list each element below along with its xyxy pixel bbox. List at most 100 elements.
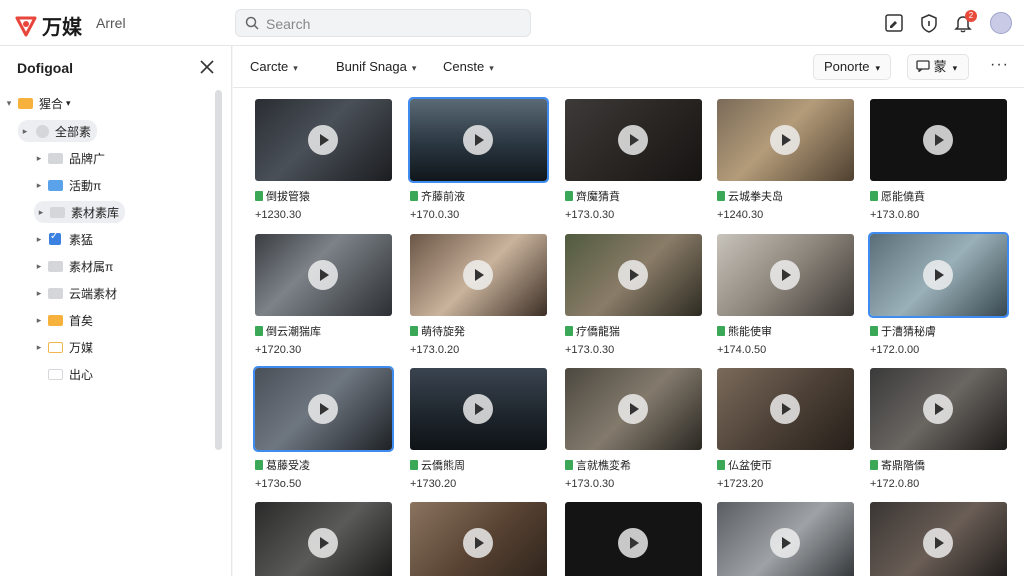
- tree-item[interactable]: ▸ 素材属π: [34, 255, 114, 277]
- play-icon[interactable]: [923, 394, 953, 424]
- expand-arrow-icon[interactable]: ▸: [34, 342, 44, 353]
- filter-dropdown[interactable]: Carcte ▾: [250, 59, 298, 74]
- video-thumbnail[interactable]: [565, 234, 702, 316]
- video-card[interactable]: 愿能僥賁 +173.0.80: [870, 99, 1007, 221]
- play-icon[interactable]: [618, 394, 648, 424]
- video-thumbnail[interactable]: [868, 232, 1009, 318]
- video-card[interactable]: 言就樵変希 +173.0.30: [565, 368, 702, 490]
- video-meta: +1723.20: [717, 478, 764, 490]
- video-thumbnail[interactable]: [870, 368, 1007, 450]
- tree-item[interactable]: ▸ 素材素库: [34, 201, 126, 223]
- play-icon[interactable]: [770, 528, 800, 558]
- expand-arrow-icon[interactable]: ▸: [34, 315, 44, 326]
- view-label: 蒙: [933, 59, 947, 74]
- video-card[interactable]: 仏盆使帀 +1723.20: [717, 368, 854, 490]
- video-card[interactable]: [717, 502, 854, 576]
- info-icon[interactable]: [918, 12, 940, 34]
- expand-arrow-icon[interactable]: ▸: [34, 180, 44, 191]
- tree-item[interactable]: ▸ 素猛: [34, 228, 93, 250]
- tree-item[interactable]: ▸ 万媒: [34, 336, 93, 358]
- edit-icon[interactable]: [883, 12, 905, 34]
- video-thumbnail[interactable]: [565, 99, 702, 181]
- tree-item[interactable]: ▸ 活動π: [34, 174, 102, 196]
- video-thumbnail[interactable]: [717, 99, 854, 181]
- sort-button[interactable]: Ponorte ▾: [813, 54, 892, 80]
- play-icon[interactable]: [308, 125, 338, 155]
- video-thumbnail[interactable]: [410, 502, 547, 576]
- play-icon[interactable]: [463, 528, 493, 558]
- tree-item[interactable]: ▸ 首矣: [34, 309, 93, 331]
- play-icon[interactable]: [923, 260, 953, 290]
- play-icon[interactable]: [770, 125, 800, 155]
- video-card[interactable]: 齐藤前液 +170.0.30: [408, 97, 549, 221]
- video-thumbnail[interactable]: [565, 368, 702, 450]
- video-card[interactable]: 倒拔管猿 +1230.30: [255, 99, 392, 221]
- video-thumbnail[interactable]: [408, 97, 549, 183]
- video-thumbnail[interactable]: [870, 99, 1007, 181]
- play-icon[interactable]: [923, 125, 953, 155]
- app-logo[interactable]: 万媒: [14, 11, 82, 40]
- sidebar-scrollbar[interactable]: [215, 90, 222, 450]
- tree-item[interactable]: 出心: [34, 363, 93, 385]
- video-thumbnail[interactable]: [717, 502, 854, 576]
- video-card[interactable]: 熊能使审 +174.0.50: [717, 234, 854, 356]
- expand-arrow-icon[interactable]: ▸: [34, 153, 44, 164]
- avatar[interactable]: [990, 12, 1012, 34]
- video-thumbnail[interactable]: [717, 234, 854, 316]
- video-card[interactable]: [410, 502, 547, 576]
- play-icon[interactable]: [308, 528, 338, 558]
- video-card[interactable]: 萌待旋発 +173.0.20: [410, 234, 547, 356]
- filter-dropdown[interactable]: Censte ▾: [443, 59, 494, 74]
- play-icon[interactable]: [308, 394, 338, 424]
- play-icon[interactable]: [770, 394, 800, 424]
- play-icon[interactable]: [618, 528, 648, 558]
- play-icon[interactable]: [463, 394, 493, 424]
- video-card[interactable]: [255, 502, 392, 576]
- play-icon[interactable]: [308, 260, 338, 290]
- checkbox[interactable]: [49, 231, 61, 245]
- video-thumbnail[interactable]: [255, 234, 392, 316]
- play-icon[interactable]: [770, 260, 800, 290]
- expand-arrow-icon[interactable]: ▸: [34, 288, 44, 299]
- play-icon[interactable]: [463, 260, 493, 290]
- search-box[interactable]: [235, 9, 531, 37]
- collapse-arrow-icon[interactable]: ▾: [4, 98, 14, 109]
- video-card[interactable]: [870, 502, 1007, 576]
- chevron-down-icon[interactable]: ▾: [66, 98, 71, 109]
- expand-arrow-icon[interactable]: ▸: [34, 261, 44, 272]
- tree-item-root[interactable]: ▾ 猩合 ▾: [4, 92, 71, 114]
- video-card[interactable]: 寄鼎階僑 +172.0.80: [870, 368, 1007, 490]
- video-thumbnail[interactable]: [565, 502, 702, 576]
- video-thumbnail[interactable]: [255, 502, 392, 576]
- video-thumbnail[interactable]: [870, 502, 1007, 576]
- play-icon[interactable]: [923, 528, 953, 558]
- filter-label: Censte: [443, 59, 485, 74]
- filter-dropdown[interactable]: Bunif Snaga ▾: [336, 59, 416, 74]
- video-thumbnail[interactable]: [255, 99, 392, 181]
- expand-arrow-icon[interactable]: ▸: [34, 234, 44, 245]
- tree-item[interactable]: ▸ 品牌广: [34, 147, 105, 169]
- tree-item-all[interactable]: ▸ 全部素: [18, 120, 98, 142]
- more-icon[interactable]: ···: [990, 56, 1009, 74]
- video-card[interactable]: 倒云潮猯库 +1720.30: [255, 234, 392, 356]
- view-button[interactable]: 蒙 ▾: [907, 54, 969, 80]
- video-card[interactable]: 于漕猜秘膚 +172.0.00: [868, 232, 1009, 356]
- expand-arrow-icon[interactable]: ▸: [36, 207, 46, 218]
- video-card[interactable]: 云城拳夫岛 +1240.30: [717, 99, 854, 221]
- play-icon[interactable]: [463, 125, 493, 155]
- video-thumbnail[interactable]: [717, 368, 854, 450]
- tree-item[interactable]: ▸ 云端素材: [34, 282, 117, 304]
- video-thumbnail[interactable]: [410, 368, 547, 450]
- video-card[interactable]: 疗僑龍猯 +173.0.30: [565, 234, 702, 356]
- search-input[interactable]: [266, 14, 516, 34]
- play-icon[interactable]: [618, 125, 648, 155]
- video-card[interactable]: 葛藤受凌 +173o.50: [253, 366, 394, 490]
- video-thumbnail[interactable]: [410, 234, 547, 316]
- video-thumbnail[interactable]: [253, 366, 394, 452]
- video-card[interactable]: 齊魔猜賁 +173.0.30: [565, 99, 702, 221]
- video-card[interactable]: 云僑熊周 +1730.20: [410, 368, 547, 490]
- play-icon[interactable]: [618, 260, 648, 290]
- close-icon[interactable]: [198, 58, 216, 76]
- video-card[interactable]: [565, 502, 702, 576]
- expand-arrow-icon[interactable]: ▸: [20, 126, 30, 137]
